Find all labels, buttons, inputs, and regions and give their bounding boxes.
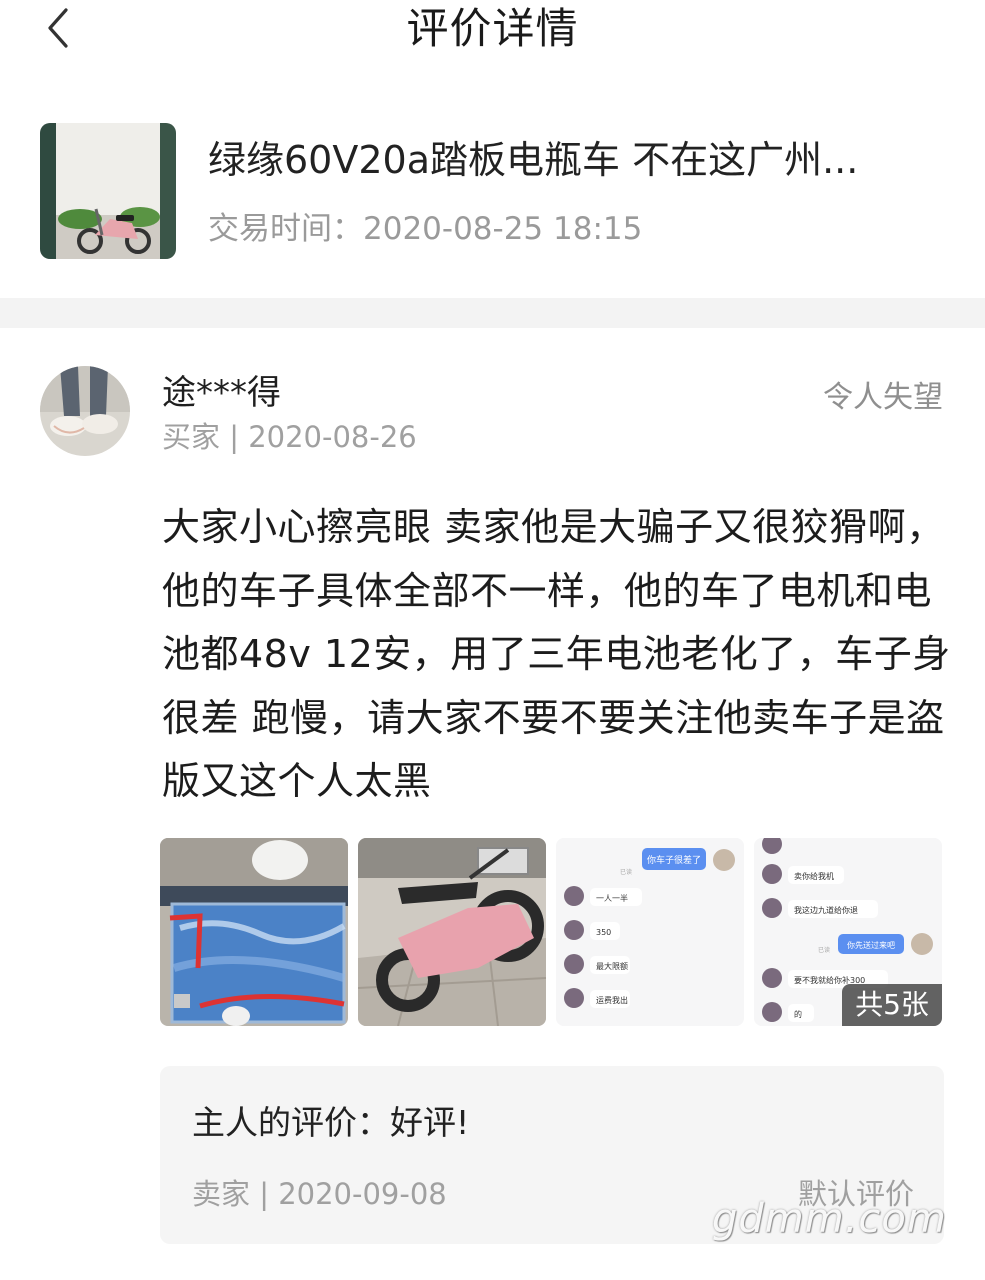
chat2-line-2: 我这边九道给你退 [794,905,858,915]
header-bar: 评价详情 [0,0,985,60]
review-photo-4[interactable]: 卖你给我机 我这边九道给你退 你先送过来吧 要不我就给你补300 的 已读 共5… [754,838,942,1026]
chat2-bubble-text: 你先送过来吧 [847,940,895,950]
chat2-line-1: 卖你给我机 [794,871,834,881]
photo-count-badge[interactable]: 共5张 [842,984,942,1026]
chat-read-label: 已读 [620,868,632,876]
product-card[interactable]: 绿缘60V20a踏板电瓶车 不在这广州... 交易时间：2020-08-25 1… [0,90,985,290]
review-photo-1[interactable] [160,838,348,1026]
review-text: 大家小心擦亮眼 卖家他是大骗子又很狡猾啊，他的车子具体全部不一样，他的车了电机和… [162,505,951,803]
seller-reply-text: 主人的评价：好评! [192,1103,470,1142]
chat2-line-4: 的 [794,1009,802,1019]
review-photo-2[interactable] [358,838,546,1026]
page-title: 评价详情 [406,4,579,53]
chat-line-1: 一人一半 [596,893,628,903]
avatar[interactable] [40,366,130,456]
chat-line-3: 最大限额 [596,961,628,971]
chat-line-2: 350 [596,928,611,937]
section-divider [0,298,985,328]
reviewer-meta: 买家 | 2020-08-26 [162,420,417,454]
chat-bubble-text: 你车子很差了 [647,854,701,866]
product-title[interactable]: 绿缘60V20a踏板电瓶车 不在这广州... [208,134,948,186]
transaction-time: 交易时间：2020-08-25 18:15 [208,211,643,247]
review-photos: 你车子很差了 一人一半 350 最大限额 运费我出 已读 卖你给我机 我这边九道… [160,838,944,1026]
review-photo-3[interactable]: 你车子很差了 一人一半 350 最大限额 运费我出 已读 [556,838,744,1026]
product-thumbnail[interactable] [40,123,176,259]
chat2-read-label: 已读 [818,946,830,954]
rating-label: 令人失望 [823,380,943,415]
seller-reply-meta: 卖家 | 2020-09-08 [192,1177,447,1211]
watermark: gdmm.com [712,1196,947,1242]
chat-line-4: 运费我出 [596,995,628,1005]
reviewer-name[interactable]: 途***得 [162,370,281,416]
